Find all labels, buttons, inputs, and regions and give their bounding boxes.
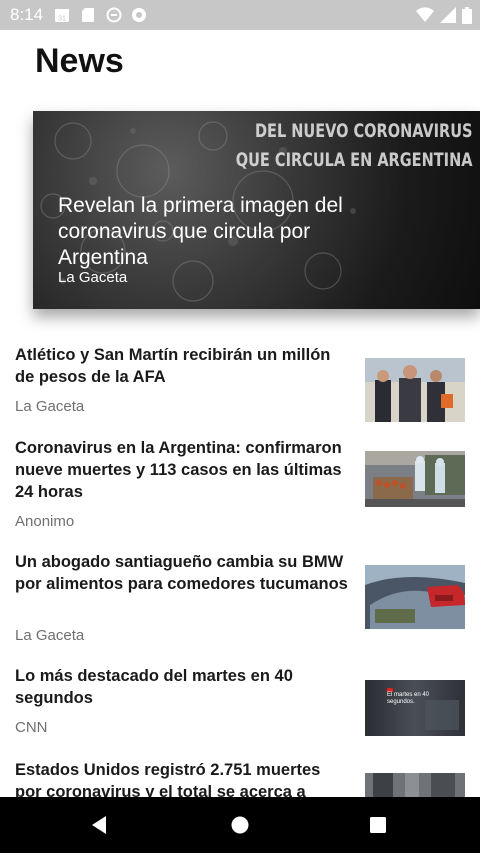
news-title: Lo más destacado del martes en 40 segund… — [15, 667, 293, 707]
news-source: La Gaceta — [15, 398, 85, 415]
signal-icon — [440, 7, 456, 23]
news-source: La Gaceta — [15, 627, 85, 644]
news-item[interactable]: Estados Unidos registró 2.751 muertes po… — [0, 758, 480, 803]
battery-icon — [462, 6, 472, 24]
news-item[interactable]: Coronavirus en la Argentina: confirmaron… — [0, 436, 480, 531]
blocked-icon — [106, 7, 122, 23]
wifi-icon — [416, 7, 434, 23]
browser-icon — [132, 8, 146, 22]
home-icon[interactable] — [228, 813, 252, 837]
featured-news-card[interactable]: DEL NUEVO CORONAVIRUS QUE CIRCULA EN ARG… — [33, 111, 480, 309]
sd-card-icon — [82, 8, 94, 22]
news-thumbnail: El martes en 40 segundos. — [365, 680, 465, 736]
news-source: CNN — [15, 719, 48, 736]
back-icon[interactable] — [88, 813, 112, 837]
calendar-icon: 31 — [55, 9, 69, 23]
news-thumbnail — [365, 565, 465, 629]
navigation-bar — [0, 797, 480, 853]
news-item[interactable]: Lo más destacado del martes en 40 segund… — [0, 664, 480, 742]
hero-overlay-caption: DEL NUEVO CORONAVIRUS QUE CIRCULA EN ARG… — [235, 120, 472, 171]
news-source: Anonimo — [15, 513, 75, 530]
recents-icon[interactable] — [366, 813, 390, 837]
news-thumbnail — [365, 451, 465, 507]
news-item[interactable]: Atlético y San Martín recibirán un milló… — [0, 343, 480, 423]
page-title: News — [35, 42, 124, 80]
news-thumbnail — [365, 358, 465, 422]
hero-title: Revelan la primera imagen del coronaviru… — [58, 194, 343, 269]
status-time: 8:14 — [10, 5, 44, 24]
status-bar: 8:14 31 — [0, 0, 480, 30]
hero-source: La Gaceta — [58, 269, 128, 286]
news-title: Atlético y San Martín recibirán un milló… — [15, 346, 331, 386]
svg-text:31: 31 — [58, 16, 66, 23]
news-title: Un abogado santiagueño cambia su BMW por… — [15, 553, 348, 593]
news-item[interactable]: Un abogado santiagueño cambia su BMW por… — [0, 550, 480, 645]
news-title: Coronavirus en la Argentina: confirmaron… — [15, 439, 342, 501]
